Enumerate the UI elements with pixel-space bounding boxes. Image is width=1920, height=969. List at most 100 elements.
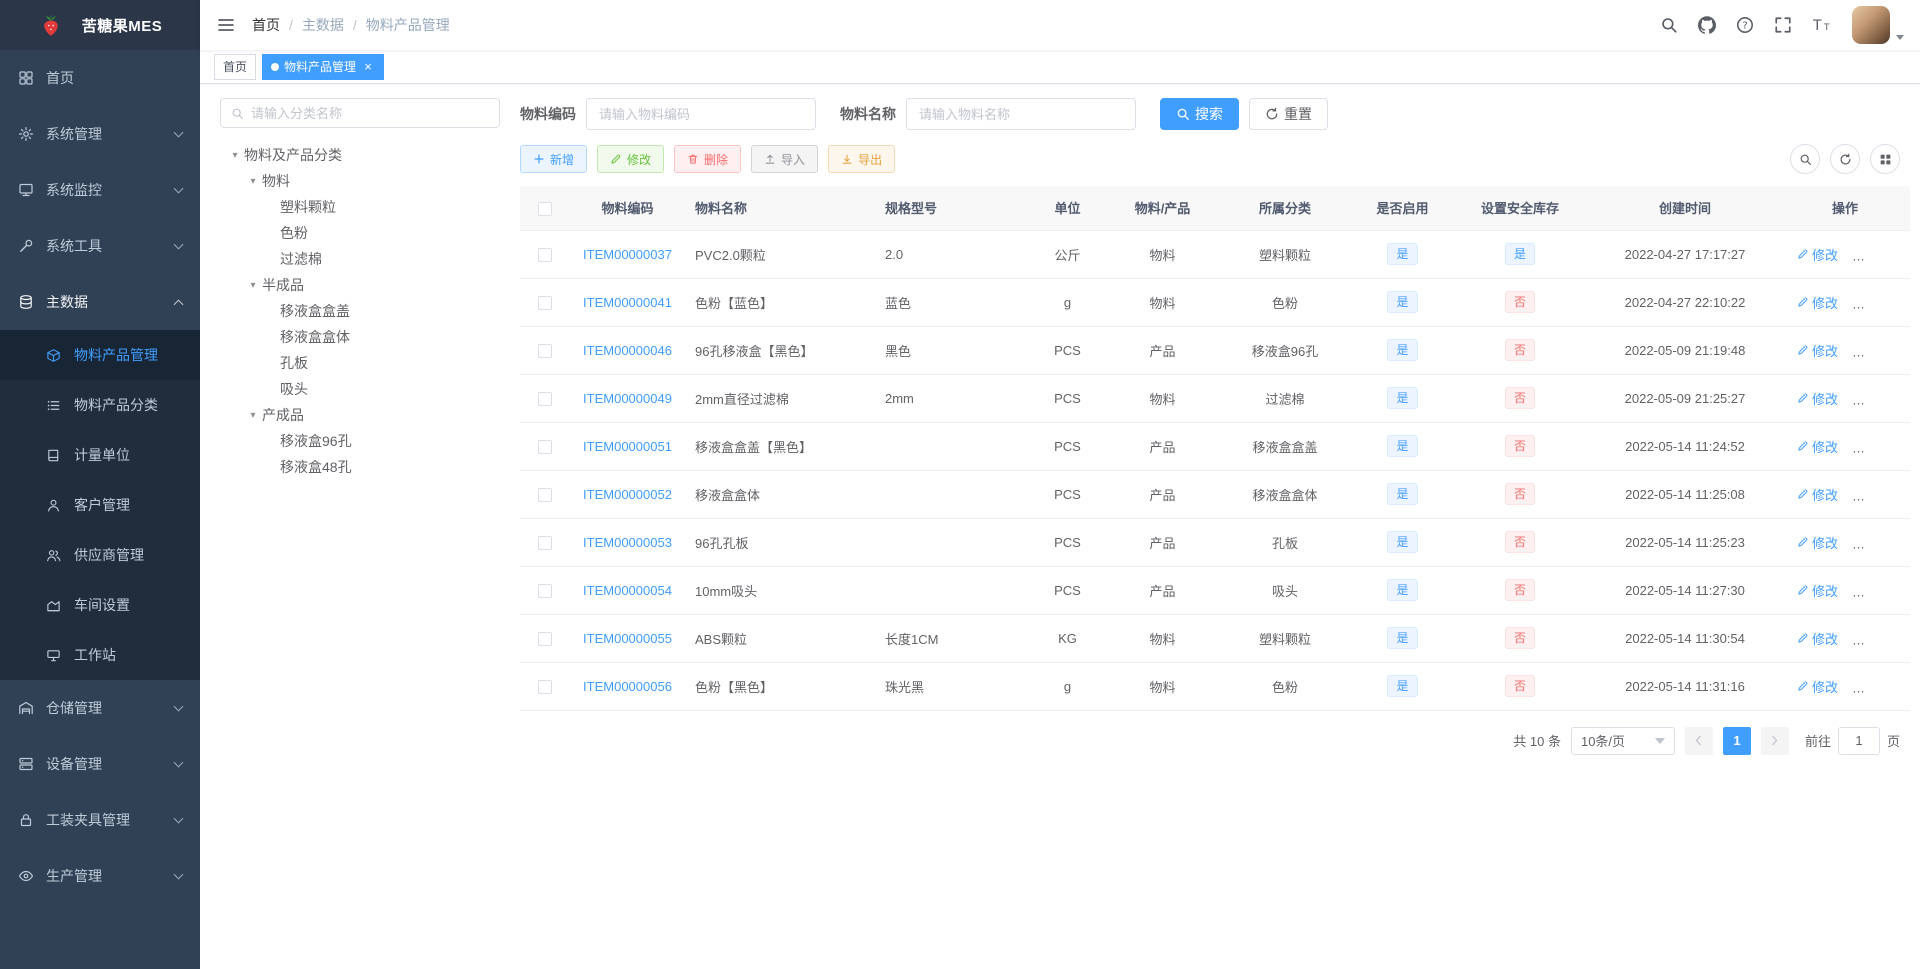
app-logo[interactable]: 苦糖果MES (0, 0, 200, 50)
row-checkbox[interactable] (538, 247, 552, 262)
row-edit-link[interactable]: 修改 (1797, 437, 1838, 456)
sidebar-item[interactable]: 系统监控 (0, 162, 200, 218)
goto-page-input[interactable] (1837, 726, 1880, 755)
tree-node[interactable]: ▾ 物料及产品分类 (220, 142, 500, 168)
sidebar-subitem[interactable]: 物料产品管理 (0, 330, 200, 380)
sidebar-subitem[interactable]: 工作站 (0, 630, 200, 680)
sidebar-item[interactable]: 设备管理 (0, 736, 200, 792)
search-icon[interactable] (1660, 16, 1678, 34)
row-edit-link[interactable]: 修改 (1797, 485, 1838, 504)
sidebar-item[interactable]: 仓储管理 (0, 680, 200, 736)
tree-node[interactable]: ▾ 半成品 (220, 272, 500, 298)
page-content: ▾物料及产品分类▾物料塑料颗粒色粉过滤棉▾半成品移液盒盒盖移液盒盒体孔板吸头▾产… (200, 84, 1920, 969)
refresh-button[interactable] (1830, 144, 1860, 174)
column-header-created: 创建时间 (1590, 186, 1780, 231)
row-checkbox[interactable] (538, 343, 552, 358)
row-checkbox[interactable] (538, 391, 552, 406)
prev-page-button[interactable] (1684, 726, 1713, 755)
page-number-button[interactable]: 1 (1722, 726, 1751, 755)
select-all-checkbox[interactable] (538, 201, 552, 216)
hamburger-icon[interactable] (200, 0, 252, 50)
tree-node[interactable]: 移液盒盒体 (220, 324, 500, 350)
delete-button[interactable]: 删除 (674, 145, 742, 173)
item-code-link[interactable]: ITEM00000053 (583, 535, 672, 550)
row-edit-link[interactable]: 修改 (1797, 533, 1838, 552)
row-edit-link[interactable]: 修改 (1797, 677, 1838, 696)
sidebar-subitem[interactable]: 物料产品分类 (0, 380, 200, 430)
item-code-link[interactable]: ITEM00000052 (583, 487, 672, 502)
sidebar-item[interactable]: 生产管理 (0, 848, 200, 904)
row-checkbox[interactable] (538, 583, 552, 598)
toggle-search-button[interactable] (1790, 144, 1820, 174)
item-code-link[interactable]: ITEM00000037 (583, 247, 672, 262)
column-header-type: 物料/产品 (1110, 186, 1215, 231)
row-edit-link[interactable]: 修改 (1797, 341, 1838, 360)
enabled-badge: 是 (1387, 435, 1418, 457)
row-edit-link[interactable]: 修改 (1797, 245, 1838, 264)
sidebar-item[interactable]: 主数据 (0, 274, 200, 330)
item-code-link[interactable]: ITEM00000051 (583, 439, 672, 454)
cell-code: ITEM00000041 (570, 278, 685, 327)
tab-close-icon[interactable]: × (361, 60, 375, 74)
row-checkbox[interactable] (538, 295, 552, 310)
edit-button[interactable]: 修改 (597, 145, 665, 173)
breadcrumb-item[interactable]: 首页 (252, 15, 280, 35)
tree-node[interactable]: 移液盒96孔 (220, 428, 500, 454)
sidebar-item[interactable]: 系统工具 (0, 218, 200, 274)
cell-actions: 修改 删除 (1780, 422, 1910, 471)
font-size-icon[interactable]: TT (1812, 17, 1832, 33)
view-tab[interactable]: 首页 (214, 53, 257, 80)
help-icon[interactable]: ? (1736, 16, 1754, 34)
code-filter-input[interactable] (586, 98, 816, 130)
reset-button[interactable]: 重置 (1249, 98, 1328, 130)
search-button[interactable]: 搜索 (1160, 98, 1239, 130)
row-edit-link[interactable]: 修改 (1797, 629, 1838, 648)
sidebar-item[interactable]: 工装夹具管理 (0, 792, 200, 848)
refresh-icon (1839, 153, 1852, 166)
tree-node[interactable]: 移液盒48孔 (220, 454, 500, 480)
next-page-button[interactable] (1760, 726, 1789, 755)
tree-node[interactable]: 孔板 (220, 350, 500, 376)
tab-label: 首页 (223, 60, 248, 74)
export-button[interactable]: 导出 (828, 145, 896, 173)
item-code-link[interactable]: ITEM00000056 (583, 679, 672, 694)
fullscreen-icon[interactable] (1774, 16, 1792, 34)
tree-node[interactable]: 色粉 (220, 220, 500, 246)
row-checkbox[interactable] (538, 487, 552, 502)
sidebar-subitem[interactable]: 车间设置 (0, 580, 200, 630)
item-code-link[interactable]: ITEM00000041 (583, 295, 672, 310)
row-checkbox[interactable] (538, 631, 552, 646)
row-edit-link[interactable]: 修改 (1797, 293, 1838, 312)
tree-node[interactable]: ▾ 产成品 (220, 402, 500, 428)
add-button[interactable]: 新增 (520, 145, 588, 173)
sidebar-subitem[interactable]: 供应商管理 (0, 530, 200, 580)
name-filter-input[interactable] (906, 98, 1136, 130)
row-edit-link[interactable]: 修改 (1797, 389, 1838, 408)
row-checkbox[interactable] (538, 679, 552, 694)
tree-node[interactable]: 塑料颗粒 (220, 194, 500, 220)
import-button[interactable]: 导入 (751, 145, 819, 173)
tree-node[interactable]: 移液盒盒盖 (220, 298, 500, 324)
item-code-link[interactable]: ITEM00000049 (583, 391, 672, 406)
column-settings-button[interactable] (1870, 144, 1900, 174)
item-code-link[interactable]: ITEM00000054 (583, 583, 672, 598)
tree-node[interactable]: ▾ 物料 (220, 168, 500, 194)
sidebar-item[interactable]: 首页 (0, 50, 200, 106)
row-checkbox[interactable] (538, 535, 552, 550)
tree-node[interactable]: 过滤棉 (220, 246, 500, 272)
row-checkbox[interactable] (538, 439, 552, 454)
category-search-input[interactable] (251, 105, 489, 121)
user-menu[interactable] (1852, 6, 1904, 44)
sidebar-subitem[interactable]: 客户管理 (0, 480, 200, 530)
item-code-link[interactable]: ITEM00000046 (583, 343, 672, 358)
sidebar-item[interactable]: 系统管理 (0, 106, 200, 162)
page-size-select[interactable]: 10条/页 (1570, 726, 1675, 755)
view-tab[interactable]: 物料产品管理 × (262, 53, 385, 80)
sidebar-subitem[interactable]: 计量单位 (0, 430, 200, 480)
item-code-link[interactable]: ITEM00000055 (583, 631, 672, 646)
github-icon[interactable] (1698, 16, 1716, 34)
breadcrumb-item[interactable]: 主数据 (302, 15, 344, 35)
cell-enabled: 是 (1355, 566, 1450, 615)
tree-node[interactable]: 吸头 (220, 376, 500, 402)
row-edit-link[interactable]: 修改 (1797, 581, 1838, 600)
